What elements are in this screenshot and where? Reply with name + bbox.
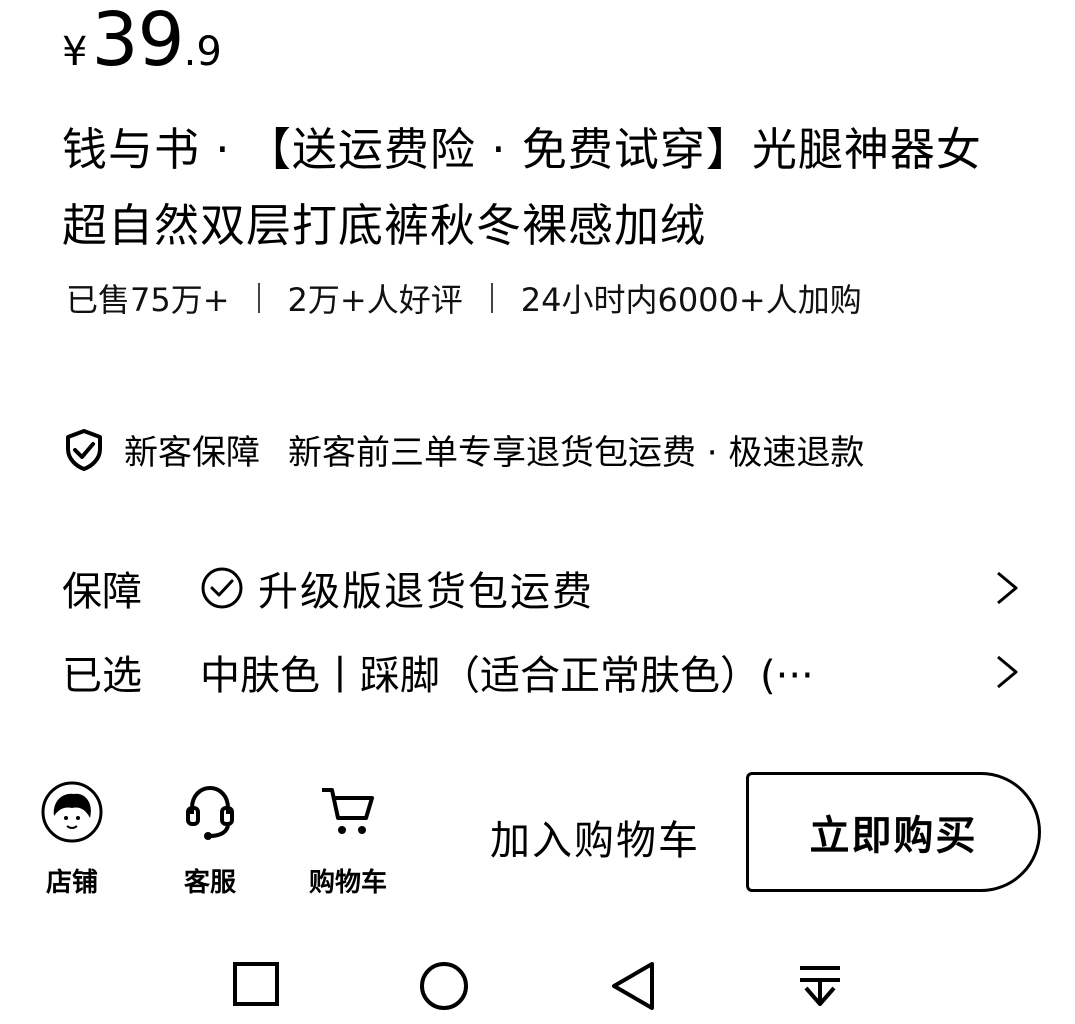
notification-pull-button[interactable] (790, 950, 850, 1010)
divider (490, 283, 493, 313)
cut-off-text: ▬ ▬ ▬ ▬ (220, 742, 409, 750)
price-integer: 39 (91, 0, 184, 83)
shopping-cart-icon (322, 788, 374, 834)
sold-count: 已售75万+ (66, 281, 230, 319)
service-guarantee-row[interactable]: 保障 升级版退货包运费 (62, 558, 1022, 618)
buy-now-button[interactable]: 立即购买 (746, 772, 1041, 892)
cart-label: 购物车 (308, 868, 387, 898)
recents-button[interactable] (226, 950, 286, 1010)
divider (257, 283, 260, 313)
row-value: 升级版退货包运费 (258, 569, 594, 615)
headset-icon (186, 785, 234, 840)
shop-avatar-icon (41, 781, 103, 843)
product-title: 钱与书 · 【送运费险 · 免费试穿】光腿神器女超自然双层打底裤秋冬裸感加绒 (62, 123, 982, 252)
cut-off-text: ▬ ▬ ▬ ▬ ▬ ▬ (480, 742, 770, 750)
selected-variant-row[interactable]: 已选 中肤色丨踩脚（适合正常肤色）(··· (62, 642, 1022, 702)
chevron-right-icon (997, 571, 1018, 605)
service-label: 客服 (183, 868, 236, 898)
price-decimal: .9 (183, 29, 222, 75)
shop-label: 店铺 (45, 868, 98, 898)
new-customer-guarantee[interactable]: 新客保障 新客前三单专享退货包运费 · 极速退款 (62, 425, 864, 474)
price: ¥ 39 .9 (62, 0, 222, 80)
row-label: 保障 (62, 569, 142, 615)
notification-down-icon (800, 966, 840, 1006)
cut-off-text: ▬ ▬ (62, 742, 150, 750)
shop-button[interactable]: 店铺 (22, 780, 122, 899)
chevron-right-icon (997, 655, 1018, 689)
shield-check-icon (66, 428, 102, 471)
sales-stats: 已售75万+ 2万+人好评 24小时内6000+人加购 (66, 275, 862, 321)
cart-button[interactable]: 购物车 (298, 780, 398, 899)
review-count: 2万+人好评 (287, 281, 463, 319)
row-value: 中肤色丨踩脚（适合正常肤色）(··· (200, 653, 814, 699)
customer-service-button[interactable]: 客服 (160, 780, 260, 899)
back-triangle-icon (612, 962, 654, 1010)
circle-icon (420, 962, 468, 1010)
system-nav-bar (0, 940, 1075, 1024)
cut-off-row: ▬ ▬ ▬ ▬ ▬ ▬ ▬ ▬ ▬ ▬ ▬ ▬ (62, 738, 1022, 750)
circle-check-icon (201, 567, 243, 609)
square-icon (233, 962, 279, 1006)
currency-symbol: ¥ (62, 29, 88, 75)
guarantee-label: 新客保障 (124, 433, 260, 473)
action-bar: 店铺 客服 购物车 加入购物车 立即购买 (0, 760, 1075, 910)
add-to-cart-button[interactable]: 加入购物车 (470, 782, 720, 892)
row-label: 已选 (62, 653, 142, 699)
back-button[interactable] (604, 950, 664, 1010)
guarantee-text: 新客前三单专享退货包运费 · 极速退款 (288, 433, 865, 473)
cut-off-row-inner: ▬ ▬ ▬ ▬ ▬ ▬ ▬ ▬ ▬ ▬ ▬ ▬ (62, 742, 1022, 750)
cart-count: 24小时内6000+人加购 (520, 281, 862, 319)
home-button[interactable] (414, 950, 474, 1010)
row-value-wrap: 升级版退货包运费 (200, 559, 992, 617)
